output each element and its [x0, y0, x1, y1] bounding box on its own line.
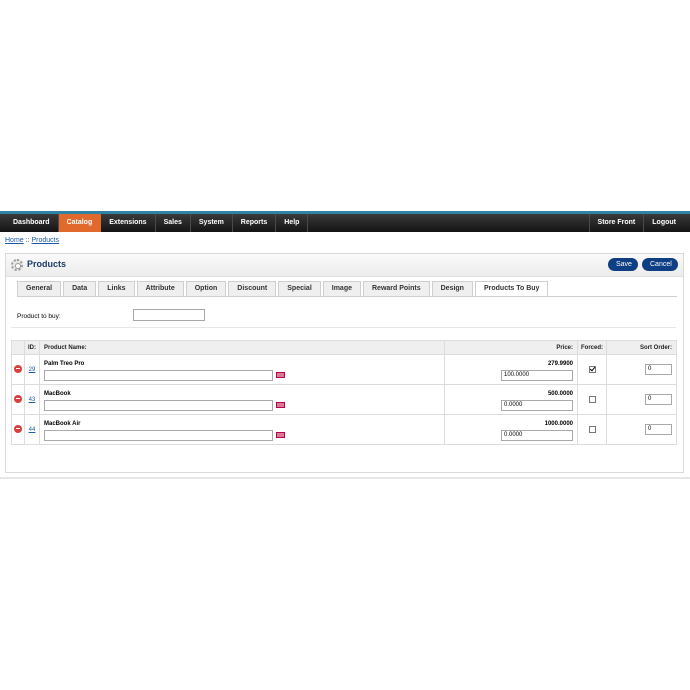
product-name-input[interactable] — [44, 429, 273, 441]
admin-window: Dashboard Catalog Extensions Sales Syste… — [0, 211, 690, 479]
sort-order-input[interactable]: 0 — [645, 424, 672, 435]
tab-design[interactable]: Design — [431, 281, 473, 296]
header-remove — [11, 340, 25, 355]
product-price: 279.9900 — [547, 360, 573, 367]
picker-icon[interactable] — [276, 402, 285, 408]
product-name: MacBook Air — [44, 420, 81, 427]
form-divider — [11, 327, 676, 328]
tab-data[interactable]: Data — [63, 281, 97, 296]
price-input[interactable]: 100.0000 — [501, 369, 573, 381]
breadcrumb-home[interactable]: Home — [5, 237, 24, 244]
forced-checkbox[interactable] — [588, 395, 596, 403]
footer-divider — [0, 477, 690, 479]
header-sort-order: Sort Order: — [606, 340, 677, 355]
header-price: Price: — [444, 340, 578, 355]
forced-checkbox[interactable] — [588, 425, 596, 433]
menu-extensions[interactable]: Extensions — [101, 214, 156, 232]
cancel-button[interactable]: Cancel — [642, 258, 678, 271]
menu-dashboard[interactable]: Dashboard — [5, 214, 59, 232]
tab-general[interactable]: General — [17, 281, 62, 296]
breadcrumb-products[interactable]: Products — [31, 237, 59, 244]
menu-catalog[interactable]: Catalog — [58, 214, 102, 232]
remove-icon[interactable] — [14, 394, 22, 403]
product-to-buy-input[interactable] — [133, 309, 205, 321]
menu-store-front[interactable]: Store Front — [588, 214, 644, 232]
menu-help[interactable]: Help — [276, 214, 309, 232]
product-id-link[interactable]: 29 — [29, 367, 36, 373]
product-tabs: General Data Links Attribute Option Disc… — [17, 281, 550, 297]
table-row: 43 MacBook 500.0000 0.0000 0 — [11, 384, 677, 415]
product-name-input[interactable] — [44, 369, 273, 381]
sort-order-input[interactable]: 0 — [645, 364, 672, 375]
tab-option[interactable]: Option — [185, 281, 227, 296]
products-to-buy-table: ID: Product Name: Price: Forced: Sort Or… — [11, 340, 677, 445]
table-header-row: ID: Product Name: Price: Forced: Sort Or… — [11, 340, 677, 355]
remove-icon[interactable] — [14, 364, 22, 373]
sort-order-input[interactable]: 0 — [645, 394, 672, 405]
product-form-box: Products Save Cancel General Data Links … — [5, 253, 684, 473]
menu-system[interactable]: System — [191, 214, 233, 232]
tab-image[interactable]: Image — [322, 281, 361, 296]
picker-icon[interactable] — [276, 372, 285, 378]
forced-checkbox[interactable] — [588, 365, 596, 373]
product-name-input[interactable] — [44, 399, 273, 411]
remove-icon[interactable] — [14, 424, 22, 433]
product-price: 1000.0000 — [544, 420, 573, 427]
table-row: 29 Palm Treo Pro 279.9900 100.0000 0 — [11, 354, 677, 385]
save-button[interactable]: Save — [608, 258, 638, 271]
product-id-link[interactable]: 43 — [29, 397, 36, 403]
breadcrumb: Home :: Products — [5, 237, 59, 244]
tabs-divider — [17, 296, 677, 297]
gear-icon — [11, 259, 23, 271]
tab-discount[interactable]: Discount — [228, 281, 277, 296]
tab-products-to-buy[interactable]: Products To Buy — [474, 281, 549, 297]
product-price: 500.0000 — [547, 390, 573, 397]
header-name: Product Name: — [39, 340, 445, 355]
menu-logout[interactable]: Logout — [643, 214, 684, 232]
price-input[interactable]: 0.0000 — [501, 429, 573, 441]
header-id: ID: — [24, 340, 40, 355]
menu-reports[interactable]: Reports — [233, 214, 277, 232]
tab-links[interactable]: Links — [98, 281, 135, 296]
product-name: Palm Treo Pro — [44, 360, 85, 367]
main-menu: Dashboard Catalog Extensions Sales Syste… — [5, 214, 309, 232]
picker-icon[interactable] — [276, 432, 285, 438]
product-to-buy-label: Product to buy: — [17, 313, 61, 320]
top-navigation: Dashboard Catalog Extensions Sales Syste… — [0, 211, 690, 232]
price-input[interactable]: 0.0000 — [501, 399, 573, 411]
header-forced: Forced: — [577, 340, 607, 355]
user-menu: Store Front Logout — [588, 214, 684, 232]
tab-attribute[interactable]: Attribute — [136, 281, 184, 296]
table-row: 44 MacBook Air 1000.0000 0.0000 0 — [11, 414, 677, 445]
page-title: Products — [27, 259, 67, 269]
tab-special[interactable]: Special — [278, 281, 321, 296]
product-id-link[interactable]: 44 — [29, 427, 36, 433]
product-name: MacBook — [44, 390, 71, 397]
tab-reward-points[interactable]: Reward Points — [363, 281, 430, 296]
menu-sales[interactable]: Sales — [156, 214, 191, 232]
box-header: Products Save Cancel — [6, 254, 683, 277]
